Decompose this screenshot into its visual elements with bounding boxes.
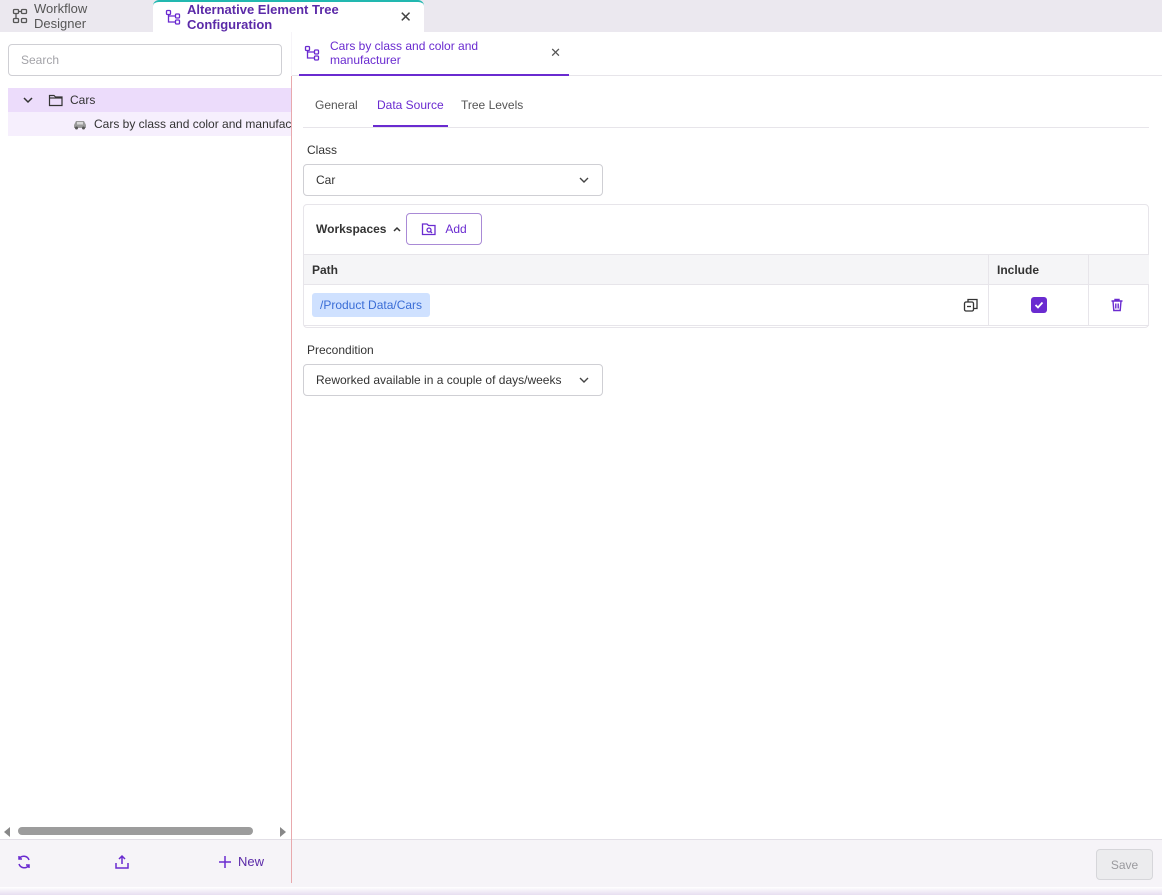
refresh-icon (16, 854, 32, 870)
add-workspace-button[interactable]: Add (406, 213, 482, 245)
precondition-label: Precondition (307, 343, 374, 357)
tab-label: Alternative Element Tree Configuration (187, 2, 339, 32)
scroll-right-icon[interactable] (280, 827, 286, 837)
left-footer: New (0, 839, 291, 887)
tab-data-source[interactable]: Data Source (373, 98, 448, 127)
tree-item-label: Cars by class and color and manufacturer (94, 117, 291, 131)
document-tab-bar: Cars by class and color and manufacturer… (292, 32, 1162, 76)
horizontal-scrollbar[interactable] (4, 825, 286, 837)
save-button[interactable]: Save (1096, 849, 1153, 880)
document-tab-label: Cars by class and color and manufacturer (330, 39, 479, 67)
export-button[interactable] (114, 854, 130, 870)
app-tab-bar: Workflow Designer Alternative Element Tr… (0, 0, 1162, 32)
close-icon[interactable]: ✕ (399, 8, 412, 26)
sub-tab-bar: General Data Source Tree Levels (303, 84, 1149, 128)
chevron-down-icon[interactable] (22, 94, 34, 106)
tab-general[interactable]: General (315, 98, 358, 125)
column-header-path: Path (304, 255, 989, 284)
export-icon (114, 854, 130, 870)
right-panel: Cars by class and color and manufacturer… (292, 32, 1162, 839)
workspaces-table: Path Include /Product Data/Cars (304, 254, 1149, 326)
tree-config-icon (304, 45, 320, 61)
right-footer: Save (292, 839, 1162, 887)
tree-view: Cars Cars by class and color and manufac… (8, 88, 291, 136)
column-header-action (1089, 255, 1149, 284)
tree-item-label: Cars (70, 93, 96, 107)
plus-icon (218, 855, 232, 869)
tab-label: Workflow Designer (34, 1, 88, 31)
include-cell (989, 285, 1089, 325)
left-panel: Cars Cars by class and color and manufac… (0, 32, 291, 839)
scroll-left-icon[interactable] (4, 827, 10, 837)
window-bottom-edge (0, 887, 1162, 895)
new-button[interactable]: New (218, 854, 264, 869)
workspaces-panel: Workspaces Add Path Include /Product Dat… (303, 204, 1149, 328)
chevron-down-icon (578, 174, 590, 186)
add-button-label: Add (445, 222, 467, 236)
new-button-label: New (238, 854, 265, 869)
close-icon[interactable]: ✕ (550, 45, 561, 61)
tab-tree-levels[interactable]: Tree Levels (461, 98, 523, 125)
tree-item-cars[interactable]: Cars (8, 88, 291, 112)
trash-icon[interactable] (1110, 298, 1124, 312)
chevron-up-icon[interactable] (392, 224, 402, 234)
action-cell (1089, 285, 1149, 325)
tree-item-cars-by-class[interactable]: Cars by class and color and manufacturer (8, 112, 291, 136)
copy-icon[interactable] (963, 297, 979, 313)
chevron-down-icon (578, 374, 590, 386)
workspaces-title: Workspaces (316, 222, 387, 236)
folder-search-icon (421, 222, 437, 236)
workspaces-header[interactable]: Workspaces (316, 222, 402, 236)
path-cell: /Product Data/Cars (304, 285, 989, 325)
search-input[interactable] (8, 44, 282, 76)
refresh-button[interactable] (16, 854, 32, 870)
tab-alternative-element-tree-configuration[interactable]: Alternative Element Tree Configuration ✕ (153, 0, 424, 32)
table-row: /Product Data/Cars (304, 285, 1149, 326)
car-icon (72, 118, 88, 130)
workflow-icon (12, 8, 28, 24)
class-select-value: Car (316, 173, 336, 187)
document-tab[interactable]: Cars by class and color and manufacturer… (299, 32, 569, 76)
column-header-include: Include (989, 255, 1089, 284)
path-chip[interactable]: /Product Data/Cars (312, 293, 431, 317)
include-checkbox[interactable] (1031, 297, 1047, 313)
scrollbar-thumb[interactable] (18, 827, 253, 835)
folder-icon (48, 93, 64, 107)
precondition-select[interactable]: Reworked available in a couple of days/w… (303, 364, 603, 396)
class-label: Class (307, 143, 338, 157)
tree-config-icon (165, 9, 181, 25)
class-select[interactable]: Car (303, 164, 603, 196)
table-header-row: Path Include (304, 254, 1149, 285)
precondition-select-value: Reworked available in a couple of days/w… (316, 373, 562, 387)
tab-workflow-designer[interactable]: Workflow Designer (0, 0, 151, 32)
